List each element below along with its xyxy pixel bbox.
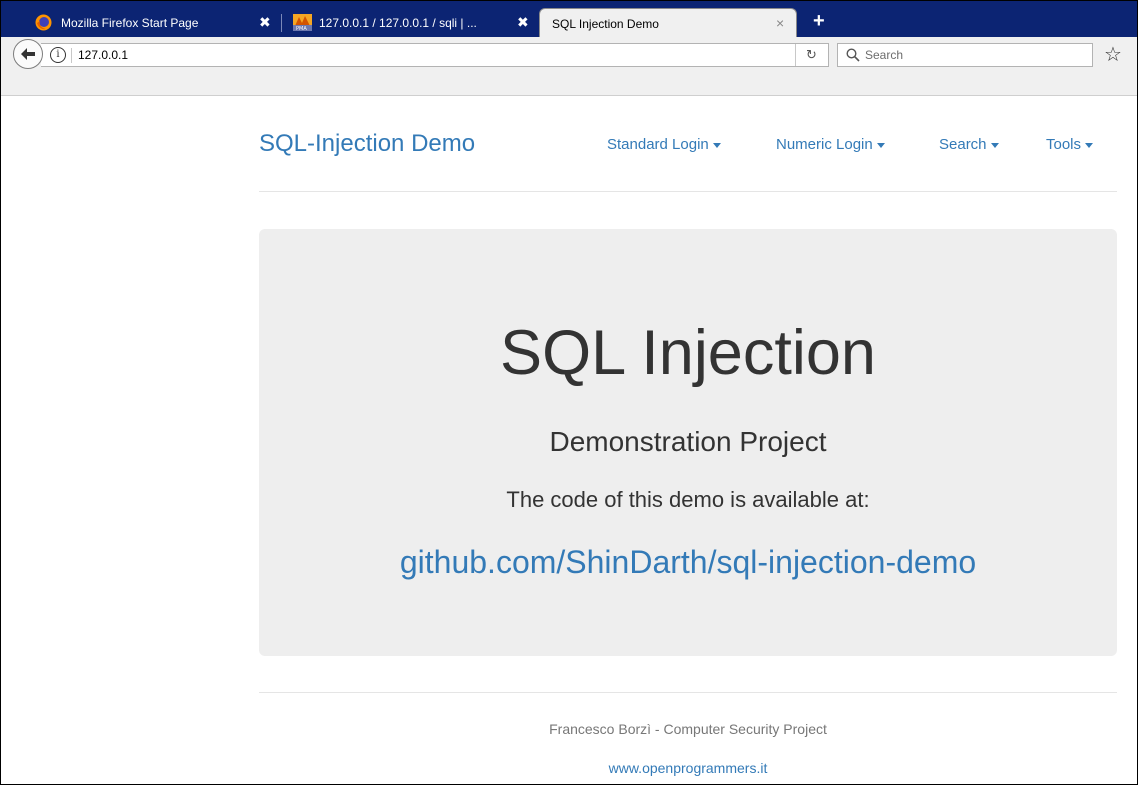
caret-down-icon	[712, 142, 721, 148]
tab-phpmyadmin[interactable]: PMA 127.0.0.1 / 127.0.0.1 / sqli | ... ✖	[291, 8, 529, 37]
search-icon	[846, 48, 860, 62]
bookmark-star-icon[interactable]: ☆	[1104, 42, 1122, 67]
url-text[interactable]: 127.0.0.1	[78, 48, 128, 62]
jumbotron-text: The code of this demo is available at:	[506, 487, 870, 512]
menu-label: Tools	[1046, 136, 1082, 153]
tab-label: Mozilla Firefox Start Page	[61, 16, 199, 30]
tab-sql-injection-demo[interactable]: SQL Injection Demo ×	[539, 8, 797, 37]
menu-standard-login[interactable]: Standard Login	[607, 136, 721, 153]
tab-label: 127.0.0.1 / 127.0.0.1 / sqli | ...	[319, 16, 477, 30]
github-link[interactable]: github.com/ShinDarth/sql-injection-demo	[259, 544, 1117, 581]
svg-text:PMA: PMA	[296, 26, 307, 31]
firefox-icon	[35, 14, 52, 34]
menu-search[interactable]: Search	[939, 136, 999, 153]
tab-firefox-start[interactable]: Mozilla Firefox Start Page ✖	[33, 8, 271, 37]
search-bar[interactable]: Search	[837, 43, 1093, 67]
phpmyadmin-icon: PMA	[293, 14, 312, 34]
reload-separator	[795, 44, 796, 66]
back-arrow-icon	[21, 48, 35, 60]
footer-divider	[259, 692, 1117, 693]
tab-close-icon[interactable]: ×	[776, 15, 784, 31]
footer-author: Francesco Borzì - Computer Security Proj…	[549, 721, 827, 737]
back-button[interactable]	[13, 39, 43, 69]
info-icon[interactable]: i	[50, 47, 66, 63]
menu-label: Standard Login	[607, 136, 709, 153]
jumbotron-subtitle: Demonstration Project	[549, 426, 827, 457]
navigation-bar: i 127.0.0.1 ↻ Search ☆	[1, 37, 1137, 96]
reload-icon[interactable]: ↻	[806, 47, 817, 63]
menu-tools[interactable]: Tools	[1046, 136, 1094, 153]
header-divider	[259, 191, 1117, 192]
menu-label: Numeric Login	[776, 136, 873, 153]
caret-down-icon	[876, 142, 885, 148]
tab-label: SQL Injection Demo	[552, 17, 659, 31]
caret-down-icon	[1085, 142, 1094, 148]
tab-bar: Mozilla Firefox Start Page ✖ PMA 127.0.0…	[1, 1, 1137, 37]
caret-down-icon	[990, 142, 999, 148]
jumbotron: SQL Injection Demonstration Project The …	[259, 229, 1117, 656]
address-bar[interactable]: i 127.0.0.1 ↻	[41, 43, 829, 67]
page-content: SQL-Injection Demo Standard Login Numeri…	[1, 96, 1137, 784]
new-tab-button[interactable]: +	[813, 10, 825, 33]
menu-numeric-login[interactable]: Numeric Login	[776, 136, 885, 153]
menu-label: Search	[939, 136, 987, 153]
jumbotron-title: SQL Injection	[500, 318, 876, 388]
tab-divider	[281, 14, 282, 32]
footer-link[interactable]: www.openprogrammers.it	[259, 760, 1117, 776]
url-separator	[71, 48, 72, 63]
tab-close-icon[interactable]: ✖	[259, 14, 271, 31]
site-brand[interactable]: SQL-Injection Demo	[259, 130, 475, 158]
tab-close-icon[interactable]: ✖	[517, 14, 529, 31]
search-placeholder: Search	[865, 48, 904, 62]
browser-window: Mozilla Firefox Start Page ✖ PMA 127.0.0…	[0, 0, 1138, 785]
